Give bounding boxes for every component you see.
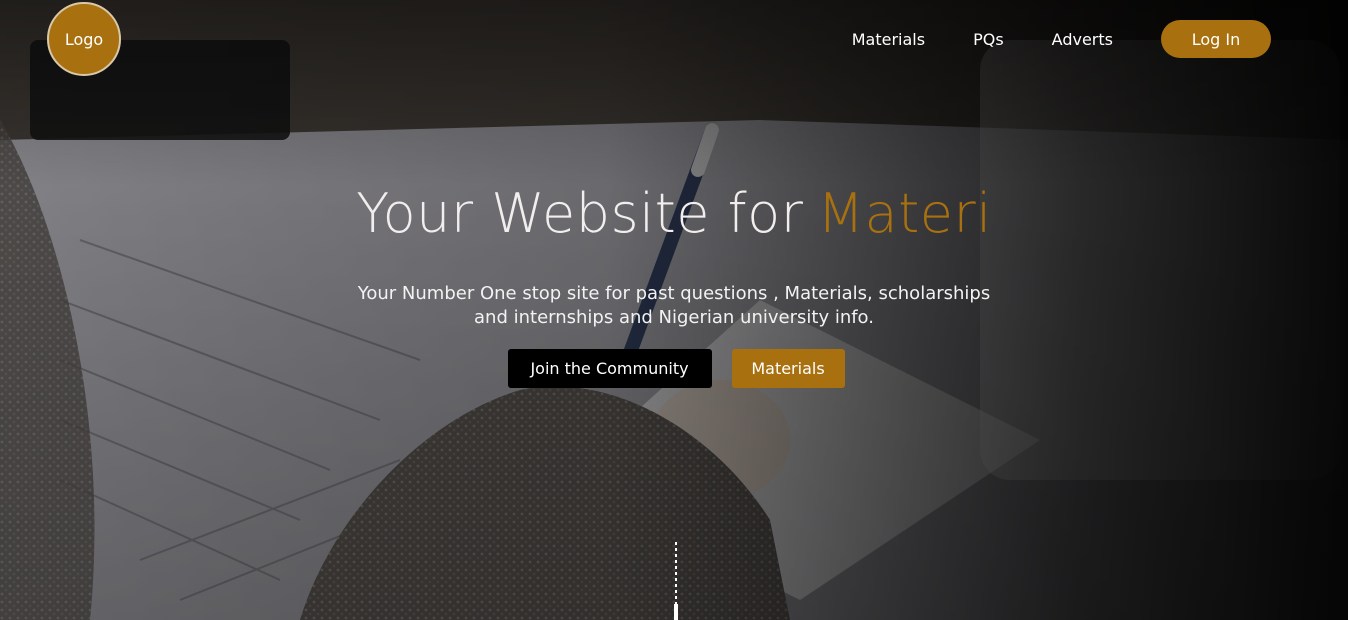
hero-subtext: Your Number One stop site for past quest… [0,282,1348,330]
nav-link-adverts[interactable]: Adverts [1052,30,1113,49]
hero-section: Logo Materials PQs Adverts Log In Your W… [0,0,1348,620]
logo-badge[interactable]: Logo [47,2,121,76]
scroll-indicator-line [675,542,677,604]
nav-link-materials[interactable]: Materials [852,30,925,49]
hero-button-row: Join the Community Materials [0,349,1348,388]
materials-button[interactable]: Materials [731,349,845,388]
subtext-line-2: and internships and Nigerian university … [474,307,874,328]
login-button-label: Log In [1191,29,1241,49]
login-button[interactable]: Log In [1161,20,1271,58]
main-navigation: Materials PQs Adverts Log In [852,20,1271,58]
join-community-label: Join the Community [530,359,689,378]
subtext-line-1: Your Number One stop site for past quest… [357,283,991,304]
headline-main-text: Your Website for [356,182,804,245]
logo-text: Logo [64,29,104,49]
materials-button-label: Materials [751,359,825,378]
headline-accent-text: Materi [817,182,992,245]
join-community-button[interactable]: Join the Community [507,349,712,388]
hero-headline: Your Website for Materi [0,182,1348,245]
nav-link-pqs[interactable]: PQs [973,30,1004,49]
scroll-indicator-icon[interactable] [674,604,678,620]
